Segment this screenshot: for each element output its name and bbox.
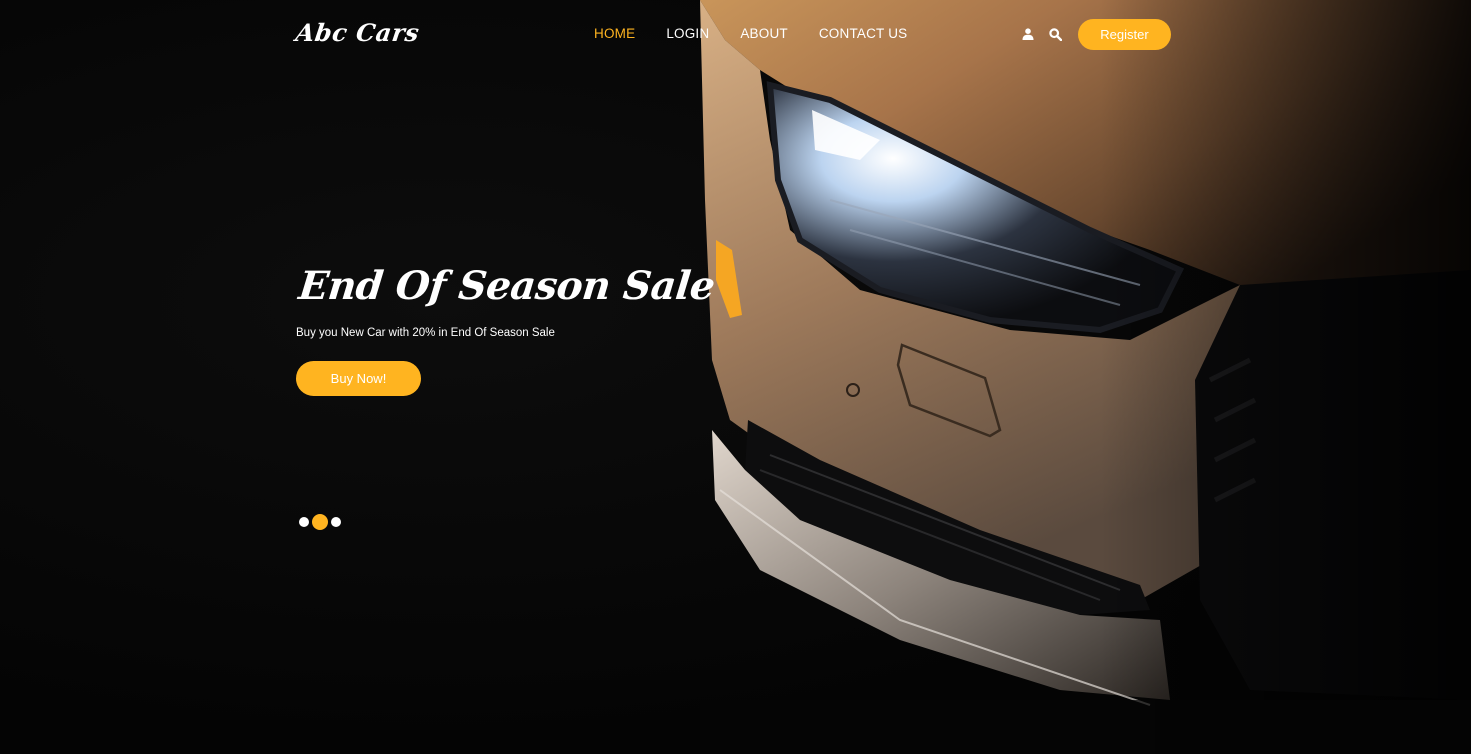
main-nav: HOME LOGIN ABOUT CONTACT US — [594, 26, 938, 42]
register-button[interactable]: Register — [1078, 18, 1171, 50]
hero-title: End Of Season Sale — [296, 263, 717, 309]
site-header: Abc Cars HOME LOGIN ABOUT CONTACT US Reg… — [0, 0, 1471, 70]
nav-about-link[interactable]: ABOUT — [740, 26, 788, 42]
carousel-dot-1[interactable] — [299, 517, 309, 527]
nav-contact-link[interactable]: CONTACT US — [819, 26, 908, 42]
page: Abc Cars HOME LOGIN ABOUT CONTACT US Reg… — [0, 0, 1471, 754]
buy-now-button[interactable]: Buy Now! — [296, 361, 421, 396]
hero-section: End Of Season Sale Buy you New Car with … — [296, 258, 717, 396]
carousel-dots — [299, 514, 344, 530]
header-tools: Register — [1020, 18, 1171, 50]
carousel-dot-3[interactable] — [331, 517, 341, 527]
site-logo[interactable]: Abc Cars — [294, 18, 421, 47]
carousel-dot-2-active[interactable] — [312, 514, 328, 530]
nav-login-link[interactable]: LOGIN — [666, 26, 709, 42]
nav-home-link[interactable]: HOME — [594, 26, 635, 42]
hero-car-image — [700, 0, 1471, 754]
user-icon[interactable] — [1020, 26, 1036, 42]
hero-subtitle: Buy you New Car with 20% in End Of Seaso… — [296, 327, 555, 339]
search-icon[interactable] — [1047, 26, 1063, 42]
